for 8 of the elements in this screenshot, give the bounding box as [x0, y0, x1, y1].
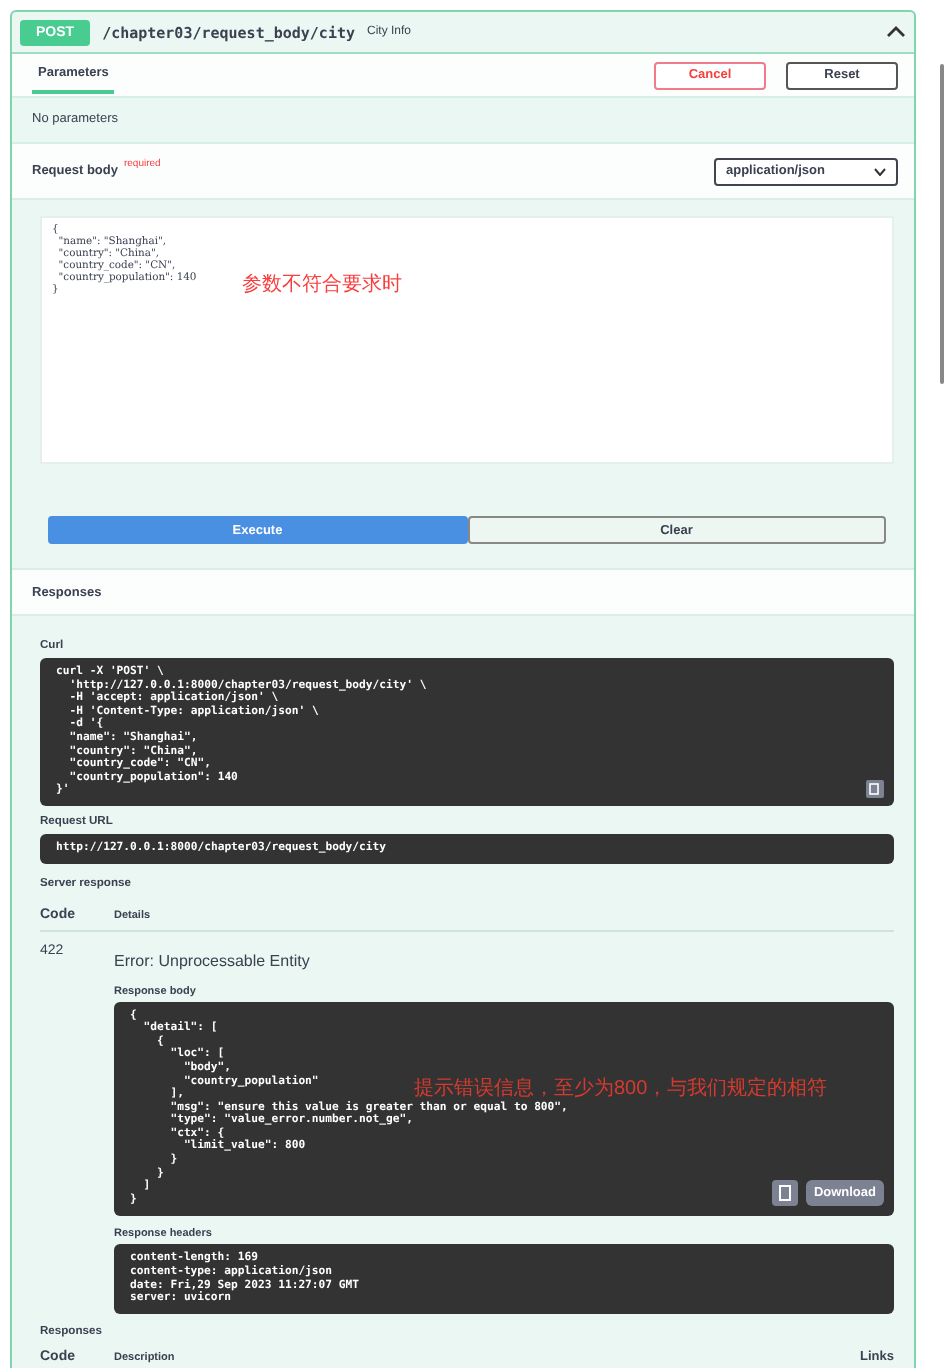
- chevron-up-icon[interactable]: [886, 24, 906, 40]
- annotation-text: 参数不符合要求时: [242, 271, 402, 298]
- copy-icon[interactable]: [771, 1180, 798, 1207]
- error-message: Error: Unprocessable Entity: [114, 951, 312, 970]
- annotation-text: 提示错误信息，至少为800，与我们规定的相符: [414, 1075, 828, 1101]
- copy-icon[interactable]: [866, 779, 884, 798]
- caret-icon[interactable]: [874, 167, 886, 175]
- scrollbar[interactable]: [940, 64, 944, 384]
